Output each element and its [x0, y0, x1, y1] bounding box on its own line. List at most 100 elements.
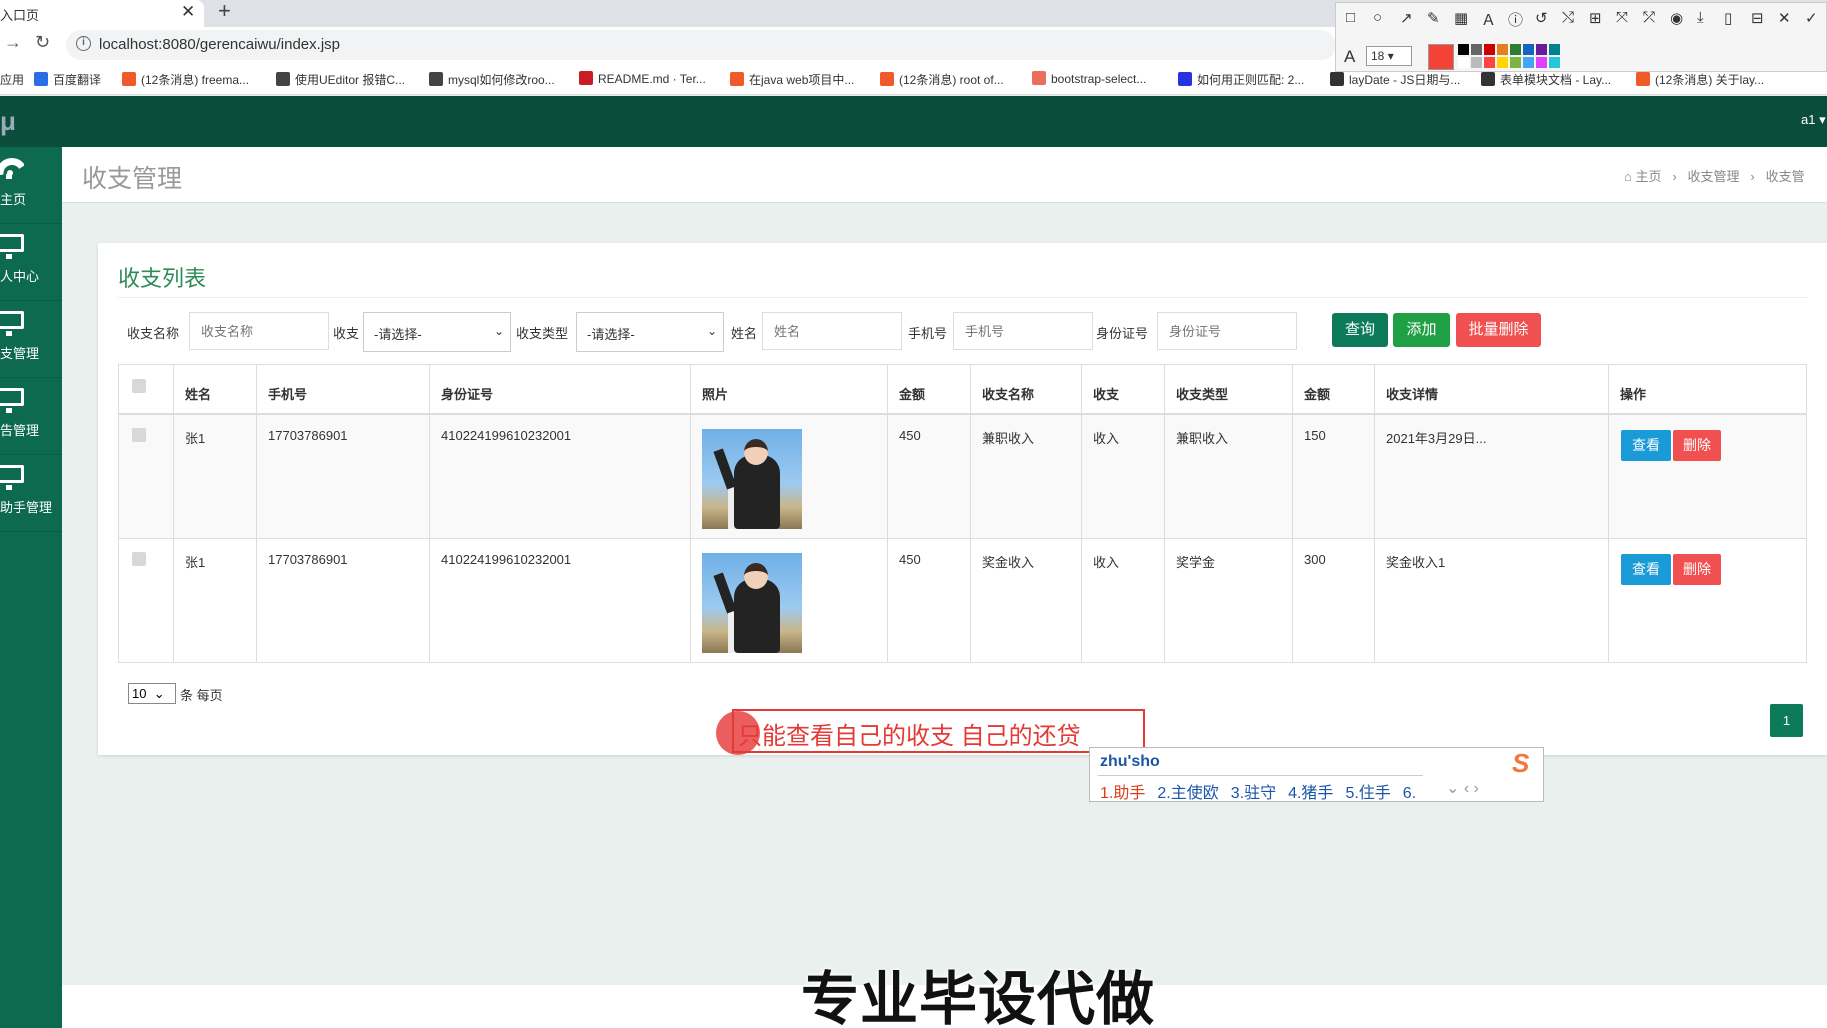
forward-icon[interactable]: →	[4, 32, 22, 53]
tab-close-icon[interactable]: ✕	[181, 2, 195, 22]
reload-icon[interactable]: ↻	[35, 32, 50, 53]
sidebar-item[interactable]: 助手管理	[0, 455, 62, 532]
close-icon[interactable]: ✕	[1778, 9, 1791, 27]
ime-candidate[interactable]: 1.助手	[1100, 785, 1145, 802]
color-swatch[interactable]	[1549, 57, 1560, 68]
delete-button[interactable]: 删除	[1673, 430, 1721, 461]
row-checkbox[interactable]	[132, 428, 146, 442]
color-swatch[interactable]	[1471, 57, 1482, 68]
color-swatch[interactable]	[1497, 57, 1508, 68]
color-swatch[interactable]	[1484, 57, 1495, 68]
divider	[1098, 775, 1423, 776]
filter-name-input[interactable]	[189, 312, 329, 350]
bookmark-item[interactable]: (12条消息) freema...	[122, 71, 249, 88]
color-swatch[interactable]	[1458, 44, 1469, 55]
filter-phone-input[interactable]	[953, 312, 1093, 350]
color-swatch[interactable]	[1510, 44, 1521, 55]
bookmark-item[interactable]: 应用	[0, 71, 24, 88]
ime-page-arrows[interactable]: ⌄ ‹ ›	[1446, 778, 1479, 798]
bookmark-item[interactable]: (12条消息) 关于lay...	[1636, 71, 1764, 88]
ime-candidate[interactable]: 2.主使欧	[1157, 785, 1218, 802]
bookmark-item[interactable]: 在java web项目中...	[730, 71, 854, 88]
text-tool-icon[interactable]: Ａ	[1481, 9, 1496, 30]
filter-type-select[interactable]: -请选择- ⌄	[576, 312, 724, 352]
user-photo[interactable]	[702, 553, 802, 653]
bookmark-label: 如何用正则匹配: 2...	[1197, 73, 1305, 87]
color-swatch[interactable]	[1549, 44, 1560, 55]
filter-idcard-input[interactable]	[1157, 312, 1297, 350]
color-swatch[interactable]	[1523, 57, 1534, 68]
cell-direction: 收入	[1082, 539, 1165, 663]
undo-icon[interactable]: ↺	[1535, 9, 1548, 27]
sidebar-item[interactable]: 主页	[0, 147, 62, 224]
delete-button[interactable]: 删除	[1673, 554, 1721, 585]
ime-candidate[interactable]: 3.驻守	[1231, 785, 1276, 802]
bookmark-item[interactable]: bootstrap-select...	[1032, 71, 1146, 86]
batch-delete-button[interactable]: 批量删除	[1456, 313, 1541, 347]
color-swatch[interactable]	[1497, 44, 1508, 55]
color-swatch[interactable]	[1536, 44, 1547, 55]
breadcrumb-home[interactable]: 主页	[1635, 169, 1661, 184]
pagination-page-1[interactable]: 1	[1770, 704, 1803, 737]
color-swatch[interactable]	[1523, 44, 1534, 55]
row-checkbox[interactable]	[132, 552, 146, 566]
bookmark-item[interactable]: layDate - JS日期与...	[1330, 71, 1460, 88]
bookmark-item[interactable]: 使用UEditor 报错C...	[276, 71, 405, 88]
select-all-checkbox[interactable]	[132, 379, 146, 393]
pin-icon[interactable]: ⤭	[1562, 9, 1574, 26]
color-swatch[interactable]	[1471, 44, 1482, 55]
ime-candidate[interactable]: 4.猪手	[1288, 785, 1333, 802]
bookmark-item[interactable]: 如何用正则匹配: 2...	[1178, 71, 1304, 88]
color-swatch[interactable]	[1458, 57, 1469, 68]
bookmark-item[interactable]: 百度翻译	[34, 71, 101, 88]
add-button[interactable]: 添加	[1393, 313, 1450, 347]
bookmark-item[interactable]: mysql如何修改roo...	[429, 71, 555, 88]
color-swatch[interactable]	[1510, 57, 1521, 68]
browser-tab[interactable]: 入口页 ✕	[0, 0, 204, 27]
pen-tool-icon[interactable]: ✎	[1427, 9, 1440, 27]
number-tool-icon[interactable]: ⓘ	[1508, 9, 1523, 30]
ocr-icon[interactable]: ⊞	[1589, 9, 1602, 27]
sidebar-item[interactable]: 支管理	[0, 301, 62, 378]
color-swatch[interactable]	[1536, 57, 1547, 68]
download-icon[interactable]: ⤓	[1697, 9, 1704, 26]
mosaic-tool-icon[interactable]: ▦	[1454, 9, 1468, 27]
bookmark-icon[interactable]: ⊟	[1751, 9, 1764, 27]
baidu-translate-icon	[34, 72, 48, 86]
ime-composition: zhu'sho	[1100, 753, 1160, 770]
bookmark-item[interactable]: 表单模块文档 - Lay...	[1481, 71, 1611, 88]
query-button[interactable]: 查询	[1332, 313, 1388, 347]
bookmark-item[interactable]: README.md · Ter...	[579, 71, 706, 86]
layui-icon	[1330, 72, 1344, 86]
user-menu[interactable]: a1 ▾	[1801, 112, 1826, 128]
breadcrumb-section[interactable]: 收支管理	[1688, 169, 1740, 184]
sidebar-item[interactable]: 人中心	[0, 224, 62, 301]
bookmark-item[interactable]: (12条消息) root of...	[880, 71, 1004, 88]
rect-tool-icon[interactable]: □	[1346, 9, 1355, 26]
shape-icon[interactable]: ⤱	[1643, 9, 1655, 26]
filter-xingming-input[interactable]	[762, 312, 902, 350]
ime-candidate[interactable]: 5.住手	[1345, 785, 1390, 802]
save-icon[interactable]: ▯	[1724, 9, 1732, 27]
view-button[interactable]: 查看	[1621, 430, 1671, 461]
new-tab-icon[interactable]: +	[218, 0, 231, 24]
user-photo[interactable]	[702, 429, 802, 529]
filter-shouzhi-select[interactable]: -请选择- ⌄	[363, 312, 511, 352]
font-size-icon[interactable]: A	[1344, 47, 1355, 67]
breadcrumb-sep: ›	[1743, 169, 1762, 184]
color-swatch[interactable]	[1484, 44, 1495, 55]
cnblogs-icon	[429, 72, 443, 86]
sidebar-item[interactable]: 告管理	[0, 378, 62, 455]
record-icon[interactable]: ◉	[1670, 9, 1683, 27]
ellipse-tool-icon[interactable]: ○	[1373, 9, 1382, 26]
page-size-select[interactable]: 10 ⌄	[128, 683, 176, 704]
url-input[interactable]: i localhost:8080/gerencaiwu/index.jsp	[66, 30, 1336, 60]
arrow-tool-icon[interactable]: ↗	[1400, 9, 1413, 27]
confirm-icon[interactable]: ✓	[1805, 9, 1818, 27]
font-size-select[interactable]: 18 ▾	[1366, 46, 1412, 66]
translate-icon[interactable]: ⤧	[1616, 9, 1628, 26]
active-color-swatch[interactable]	[1428, 44, 1454, 70]
ime-candidate[interactable]: 6.	[1403, 785, 1416, 802]
view-button[interactable]: 查看	[1621, 554, 1671, 585]
site-info-icon[interactable]: i	[76, 36, 91, 51]
